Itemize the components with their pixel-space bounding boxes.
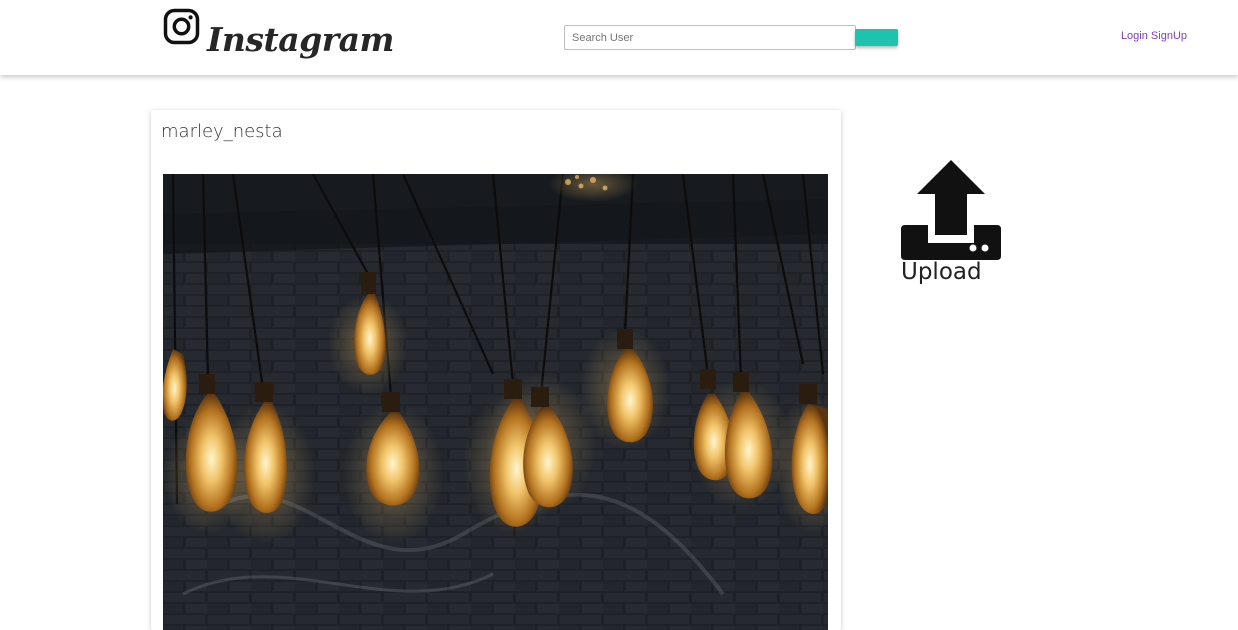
brand-wordmark: Instagram: [207, 20, 394, 59]
post-card: marley_nesta: [151, 110, 841, 630]
signup-link[interactable]: SignUp: [1151, 30, 1187, 42]
navbar: Instagram Login SignUp: [0, 0, 1238, 75]
upload-arrow-icon: [901, 160, 1001, 260]
auth-links: Login SignUp: [1121, 30, 1187, 42]
upload-button[interactable]: Upload: [900, 158, 1010, 293]
search-user-input[interactable]: [564, 25, 856, 50]
post-username[interactable]: marley_nesta: [161, 121, 283, 142]
login-link[interactable]: Login: [1121, 30, 1148, 42]
post-photo[interactable]: [163, 174, 828, 630]
instagram-glyph-icon: [163, 8, 200, 45]
upload-label: Upload: [901, 259, 982, 285]
search-button[interactable]: [855, 29, 898, 46]
